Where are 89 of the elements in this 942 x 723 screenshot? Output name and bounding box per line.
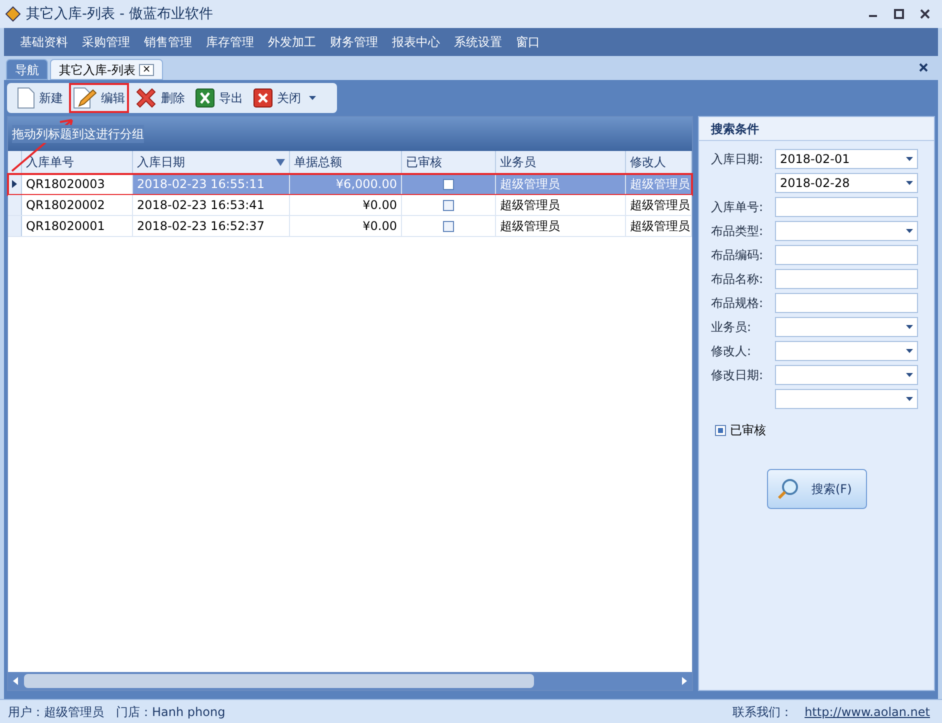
- menu-item[interactable]: 报表中心: [392, 33, 440, 51]
- dropdown-arrow-icon: [906, 373, 913, 377]
- close-icon[interactable]: [919, 63, 928, 72]
- field-label: 入库日期:: [711, 152, 764, 166]
- field-label: 布品名称:: [711, 272, 764, 286]
- dropdown-field[interactable]: [775, 221, 918, 241]
- table-cell: ¥0.00: [290, 216, 402, 236]
- document-icon: [17, 87, 35, 109]
- menu-item[interactable]: 采购管理: [82, 33, 130, 51]
- table-cell: QR18020003: [22, 174, 133, 194]
- table-cell: 2018-02-23 16:53:41: [133, 195, 290, 215]
- dropdown-arrow-icon: [906, 229, 913, 233]
- table-cell: 超级管理员: [626, 216, 692, 236]
- dropdown-field[interactable]: [775, 389, 918, 409]
- table-row[interactable]: QR18020003 2018-02-23 16:55:11 ¥6,000.00 超级管理员 超级管理员: [8, 174, 692, 195]
- dropdown-field[interactable]: [775, 341, 918, 361]
- close-icon[interactable]: [920, 9, 930, 19]
- status-user: 用户：超级管理员: [8, 704, 104, 720]
- cross-icon: [135, 87, 157, 109]
- status-contact: 联系我们：: [732, 704, 793, 720]
- tab-close-button[interactable]: ×: [139, 64, 154, 76]
- window-title: 其它入库-列表 - 傲蓝布业软件: [26, 4, 214, 24]
- table-cell: 超级管理员: [626, 195, 692, 215]
- dropdown-arrow-icon: [906, 181, 913, 185]
- field-label: 业务员:: [711, 320, 752, 334]
- field-label: 布品编码:: [711, 248, 764, 262]
- spreadsheet-icon: [195, 88, 215, 108]
- table-row[interactable]: QR18020002 2018-02-23 16:53:41 ¥0.00 超级管理员 超级管理员: [8, 195, 692, 216]
- field-label: 布品类型:: [711, 224, 764, 238]
- field-label: 修改人:: [711, 344, 752, 358]
- field-label: 入库单号:: [711, 200, 764, 214]
- toolbar-button[interactable]: 关闭: [251, 85, 303, 111]
- dropdown-field[interactable]: [775, 317, 918, 337]
- maximize-icon[interactable]: [894, 9, 904, 19]
- table-cell: 2018-02-23 16:55:11: [133, 174, 290, 194]
- table-cell: 超级管理员: [496, 174, 626, 194]
- table-cell: 超级管理员: [626, 174, 692, 194]
- checkbox[interactable]: [443, 200, 454, 210]
- table-cell: ¥0.00: [290, 195, 402, 215]
- search-button[interactable]: 搜索(F): [766, 469, 866, 509]
- menu-item[interactable]: 外发加工: [268, 33, 316, 51]
- table-row[interactable]: QR18020001 2018-02-23 16:52:37 ¥0.00 超级管理员 超级管理员: [8, 216, 692, 237]
- tab[interactable]: 其它入库-列表 ×: [50, 59, 163, 80]
- table-cell: 超级管理员: [496, 216, 626, 236]
- menu-item[interactable]: 基础资料: [20, 33, 68, 51]
- website-link[interactable]: http://www.aolan.net: [804, 702, 930, 720]
- menu-item[interactable]: 库存管理: [206, 33, 254, 51]
- menu-item[interactable]: 系统设置: [454, 33, 502, 51]
- dropdown-field[interactable]: 2018-02-28: [775, 173, 918, 193]
- status-store: 门店：Hanh phong: [116, 704, 226, 720]
- input-field[interactable]: [775, 269, 918, 289]
- magnifier-icon: [776, 477, 800, 501]
- tab[interactable]: 导航: [6, 59, 48, 80]
- dropdown-arrow-icon: [906, 325, 913, 329]
- field-label: 修改日期:: [711, 368, 764, 382]
- dropdown-field[interactable]: [775, 365, 918, 385]
- menu-item[interactable]: 销售管理: [144, 33, 192, 51]
- toolbar-button[interactable]: 删除: [133, 85, 187, 111]
- table-cell: QR18020001: [22, 216, 133, 236]
- table-cell: ¥6,000.00: [290, 174, 402, 194]
- field-label: 布品规格:: [711, 296, 764, 310]
- table-cell: 超级管理员: [496, 195, 626, 215]
- group-hint: 拖动列标题到这进行分组: [12, 125, 144, 143]
- dropdown-arrow-icon: [906, 349, 913, 353]
- table-cell: QR18020002: [22, 195, 133, 215]
- input-field[interactable]: [775, 293, 918, 313]
- checkbox-label: 已审核: [730, 422, 766, 439]
- document-pencil-icon: [73, 87, 97, 109]
- checkbox[interactable]: [443, 220, 454, 232]
- dropdown-field[interactable]: 2018-02-01: [775, 149, 918, 169]
- menu-item[interactable]: 窗口: [516, 33, 540, 51]
- checkbox[interactable]: [443, 178, 454, 190]
- toolbar-button[interactable]: 导出: [193, 85, 245, 111]
- input-field[interactable]: [775, 197, 918, 217]
- horizontal-scrollbar[interactable]: [8, 672, 692, 690]
- input-field[interactable]: [775, 245, 918, 265]
- close-icon: [253, 88, 273, 108]
- dropdown-arrow-icon: [906, 397, 913, 401]
- row-pointer-icon: [12, 180, 17, 188]
- dropdown-arrow-icon: [906, 157, 913, 161]
- toolbar-button[interactable]: 新建: [15, 85, 65, 111]
- dropdown-arrow-icon: [309, 96, 316, 100]
- scrollbar-thumb[interactable]: [24, 674, 534, 688]
- table-cell: 2018-02-23 16:52:37: [133, 216, 290, 236]
- menu-item[interactable]: 财务管理: [330, 33, 378, 51]
- checkbox[interactable]: [715, 424, 726, 436]
- panel-title: 搜索条件: [711, 120, 759, 138]
- app-logo-icon: [4, 5, 22, 23]
- toolbar-button[interactable]: 编辑: [71, 85, 127, 111]
